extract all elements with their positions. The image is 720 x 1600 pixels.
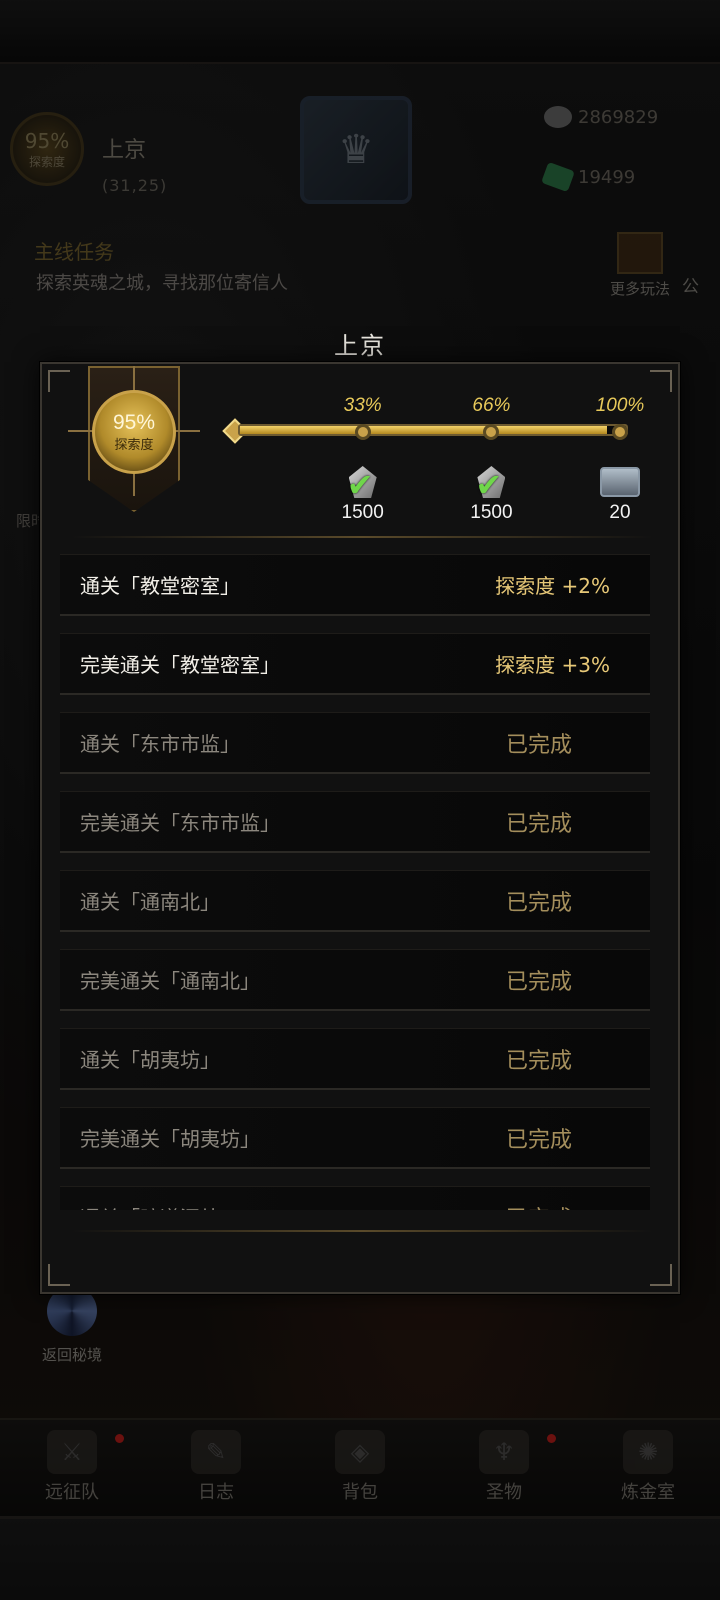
task-row[interactable]: 通关「通南北」 已完成 <box>60 870 650 932</box>
corner-ornament <box>650 1264 672 1286</box>
task-name: 通关「胡夷坊」 <box>80 1048 220 1072</box>
task-row[interactable]: 完美通关「胡夷坊」 已完成 <box>60 1107 650 1169</box>
task-status: 已完成 <box>505 811 572 837</box>
task-name: 完美通关「通南北」 <box>80 969 260 993</box>
divider <box>72 1230 652 1232</box>
milestone-reward[interactable] <box>598 460 642 504</box>
milestone-node <box>354 424 371 440</box>
milestone[interactable]: 100% 20 <box>575 392 665 524</box>
modal-title: 上京 <box>334 332 386 360</box>
task-status: 已完成 <box>505 969 572 995</box>
milestone[interactable]: 66% ✔ 1500 <box>446 392 536 524</box>
milestone-reward[interactable]: ✔ <box>469 460 513 504</box>
task-row[interactable]: 通关「胡夷坊」 已完成 <box>60 1028 650 1090</box>
task-status: 已完成 <box>505 890 572 916</box>
task-status: 已完成 <box>506 1201 610 1211</box>
task-status: 探索度 +3% <box>495 653 610 677</box>
milestone-node <box>612 424 628 440</box>
milestone-node <box>483 424 500 440</box>
check-icon: ✔ <box>475 466 503 504</box>
task-status: 已完成 <box>505 1048 572 1074</box>
task-name: 完美通关「教堂密室」 <box>80 653 280 677</box>
milestone-percent: 100% <box>595 395 645 416</box>
milestone-percent: 33% <box>343 395 382 416</box>
task-name: 完美通关「胡夷坊」 <box>80 1127 260 1151</box>
task-status: 已完成 <box>505 1127 572 1153</box>
task-status: 探索度 +2% <box>495 574 610 598</box>
task-name: 通关「教堂密室」 <box>80 574 240 598</box>
explore-progress-bar <box>238 424 628 436</box>
task-name: 通关「暗道深处」 <box>80 1202 240 1210</box>
task-name: 通关「东市市监」 <box>80 732 240 756</box>
divider <box>72 536 652 538</box>
corner-ornament <box>48 1264 70 1286</box>
task-name: 通关「通南北」 <box>80 890 220 914</box>
task-row[interactable]: 完美通关「东市市监」 已完成 <box>60 791 650 853</box>
check-icon: ✔ <box>346 466 374 504</box>
exploration-modal: 95% 探索度 33% ✔ 1500 66% ✔ 1500 100% 20 通关「教堂密室」探… <box>40 362 680 1294</box>
milestone[interactable]: 33% ✔ 1500 <box>318 392 408 524</box>
corner-ornament <box>48 370 70 392</box>
modal-explore-percent: 95% <box>112 410 156 434</box>
explore-progress-fill <box>240 426 607 434</box>
modal-explore-label: 探索度 <box>114 437 154 453</box>
task-status: 已完成 <box>505 732 572 758</box>
milestone-percent: 66% <box>472 395 511 416</box>
corner-ornament <box>650 370 672 392</box>
task-list[interactable]: 通关「教堂密室」 探索度 +2% 完美通关「教堂密室」 探索度 +3% 通关「东市市监」… <box>60 554 650 1210</box>
task-row[interactable]: 完美通关「通南北」 已完成 <box>60 949 650 1011</box>
task-row[interactable]: 通关「教堂密室」 探索度 +2% <box>60 554 650 616</box>
task-row[interactable]: 通关「暗道深处」 已完成 <box>60 1186 650 1210</box>
task-row[interactable]: 通关「东市市监」 已完成 <box>60 712 650 774</box>
chest-icon <box>600 467 640 497</box>
explore-medal: 95% 探索度 <box>92 390 176 474</box>
reward-amount: 1500 <box>470 502 513 523</box>
milestone-reward[interactable]: ✔ <box>341 460 385 504</box>
task-row[interactable]: 完美通关「教堂密室」 探索度 +3% <box>60 633 650 695</box>
reward-amount: 1500 <box>341 502 384 523</box>
task-name: 完美通关「东市市监」 <box>80 811 280 835</box>
reward-amount: 20 <box>609 502 631 523</box>
